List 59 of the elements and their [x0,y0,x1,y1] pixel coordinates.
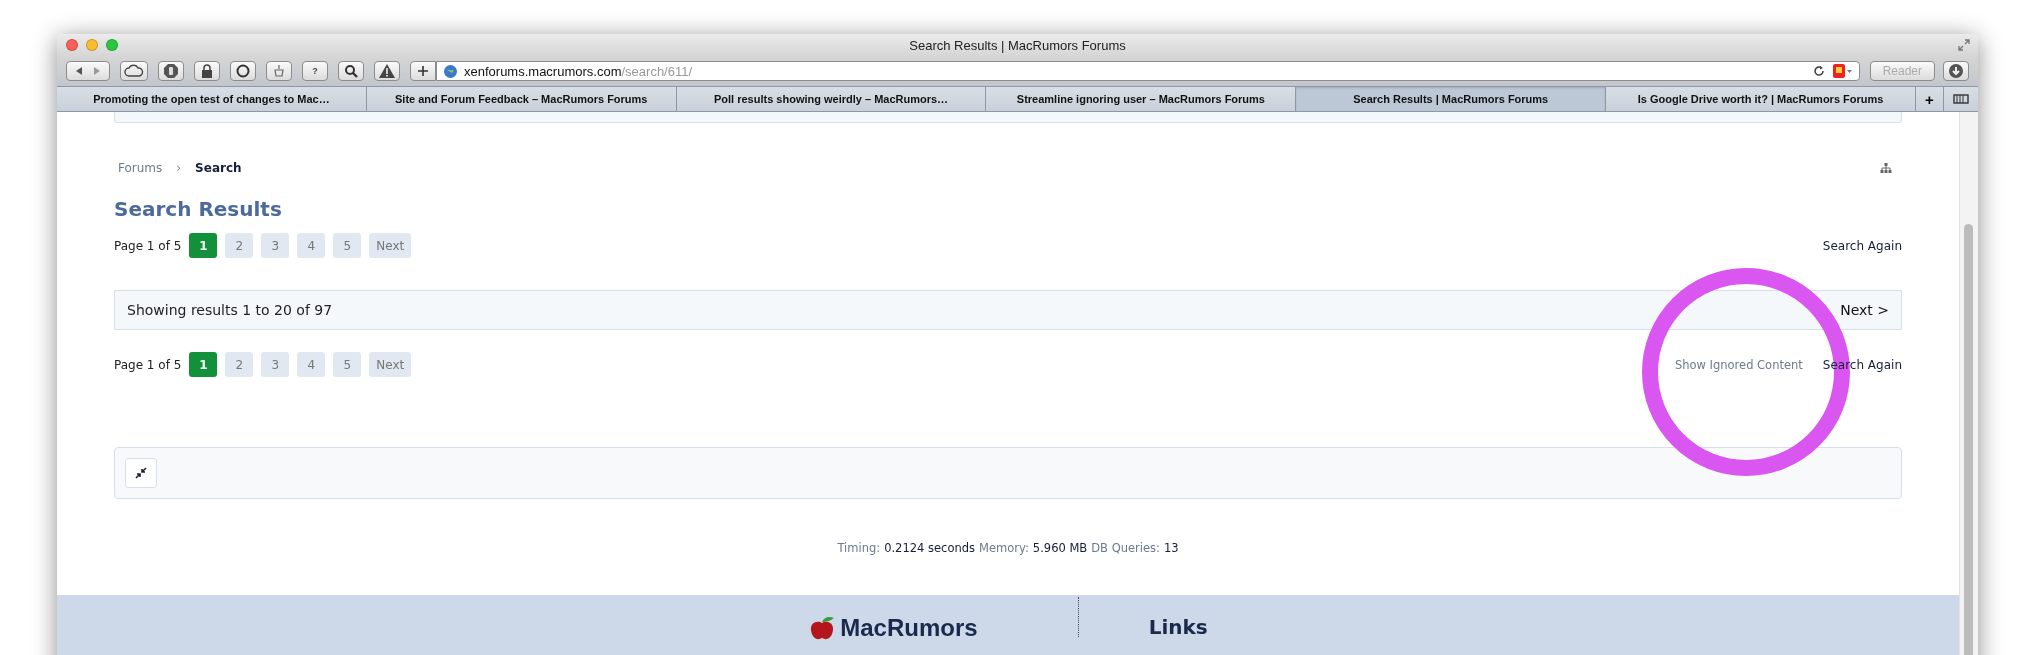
footer-heading: Links [1148,615,1208,639]
back-forward-button[interactable] [66,61,110,81]
next-link[interactable]: Next > [1840,302,1889,318]
browser-tab[interactable]: Poll results showing weirdly – MacRumors… [676,87,987,111]
page-link[interactable]: Show Ignored Content [1674,357,1803,372]
breadcrumb-link[interactable]: Search [195,161,242,175]
url-text: xenforums.macrumors.com/search/611/ [464,63,693,79]
page-number-button[interactable]: 4 [297,233,326,258]
add-bookmark-icon[interactable] [410,61,436,81]
page-number-button[interactable]: 4 [297,352,326,377]
lock-icon[interactable] [194,61,220,81]
browser-tab[interactable]: Search Results | MacRumors Forums [1296,87,1607,111]
page-number-button[interactable]: 2 [225,352,254,377]
scrollbar-thumb[interactable] [1964,224,1973,655]
reload-icon[interactable] [1812,65,1825,77]
page-link[interactable]: Search Again [1822,238,1902,253]
page-number-button[interactable]: 1 [189,352,218,377]
browser-tab[interactable]: Site and Forum Feedback – MacRumors Forums [366,87,677,111]
results-count-text: Showing results 1 to 20 of 97 [127,302,333,318]
warning-icon[interactable] [374,61,400,81]
globe-icon [443,63,458,79]
page-number-button[interactable]: 2 [225,233,254,258]
page-number-button[interactable]: 3 [261,233,290,258]
fullscreen-icon[interactable] [1958,39,1970,51]
debug-value: 5.960 MB [1032,541,1088,555]
debug-label: DB Queries: [1091,541,1160,555]
page-title: Search Results [114,197,283,221]
browser-tab[interactable]: Streamline ignoring user – MacRumors Forums [986,87,1297,111]
window-title: Search Results | MacRumors Forums [909,37,1126,53]
help-button[interactable]: ? [302,61,328,81]
collapse-icon[interactable] [125,458,157,488]
page-number-button[interactable]: 1 [189,233,218,258]
debug-label: Timing: [837,541,881,555]
page-summary: Page 1 of 5 [114,238,182,253]
next-page-button[interactable]: Next [369,352,412,377]
cloud-icon[interactable] [120,61,148,81]
close-icon[interactable] [66,39,78,51]
debug-value: 13 [1163,541,1179,555]
site-logo: MacRumors [840,616,978,640]
browser-tab[interactable]: Is Google Drive worth it? | MacRumors Forums [1606,87,1916,111]
page-summary: Page 1 of 5 [114,357,182,372]
zoom-icon[interactable] [106,39,118,51]
address-field[interactable]: xenforums.macrumors.com/search/611/ [436,61,1860,81]
new-tab-button[interactable]: + [1915,87,1944,111]
page-number-button[interactable]: 5 [333,233,362,258]
page-number-button[interactable]: 3 [261,352,290,377]
browser-tab[interactable]: Promoting the open test of changes to Mac… [57,87,367,111]
debug-label: Memory: [979,541,1029,555]
tab-overview-icon[interactable] [1943,87,1978,111]
page-number-button[interactable]: 5 [333,352,362,377]
next-page-button[interactable]: Next [369,233,412,258]
search-icon[interactable] [338,61,364,81]
extension-icon[interactable] [1830,62,1853,80]
hand-icon[interactable] [158,61,184,81]
download-icon[interactable] [1943,61,1969,81]
breadcrumb-separator: › [176,161,182,175]
debug-value: 0.2124 seconds [884,541,976,555]
breadcrumb-link[interactable]: Forums [118,161,163,175]
sitemap-icon[interactable] [1880,163,1892,173]
